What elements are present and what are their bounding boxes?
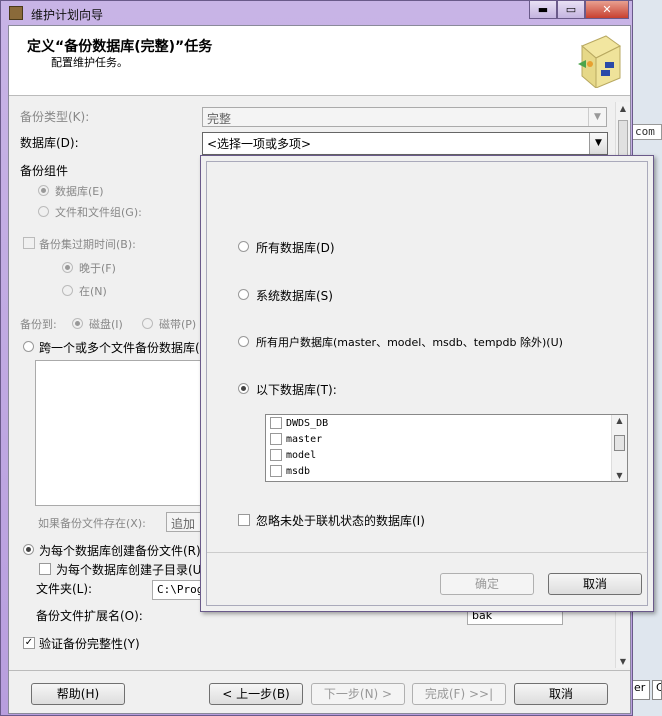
backup-to-tape-label: 磁带(P) — [159, 318, 197, 331]
app-icon — [9, 6, 23, 20]
window-title: 维护计划向导 — [31, 8, 104, 22]
db-name: DWDS_DB — [286, 418, 329, 429]
database-list[interactable]: DWDS_DB master model msdb ▲ ▼ — [265, 414, 628, 482]
these-databases-radio[interactable] — [238, 383, 249, 394]
scroll-down-icon[interactable]: ▼ — [612, 471, 627, 480]
db-checkbox[interactable] — [270, 465, 282, 477]
chevron-down-icon[interactable]: ▼ — [589, 133, 607, 154]
db-checkbox[interactable] — [270, 417, 282, 429]
expires-after-radio[interactable] — [62, 262, 73, 273]
create-per-db-label: 为每个数据库创建备份文件(R) — [39, 544, 201, 558]
popup-divider — [207, 552, 647, 553]
db-name: master — [286, 434, 323, 445]
create-subdir-label: 为每个数据库创建子目录(U — [56, 563, 202, 577]
create-per-db-radio[interactable] — [23, 544, 34, 555]
back-button[interactable]: < 上一步(B) — [209, 683, 303, 705]
all-databases-label: 所有数据库(D) — [256, 241, 335, 255]
backup-to-label: 备份到: — [20, 318, 57, 331]
minimize-button[interactable]: ▬ — [529, 1, 557, 19]
if-exists-label: 如果备份文件存在(X): — [38, 517, 146, 530]
backup-to-disk-radio[interactable] — [72, 318, 83, 329]
scrollbar-thumb[interactable] — [614, 435, 625, 451]
ignore-offline-checkbox[interactable] — [238, 514, 250, 526]
help-button[interactable]: 帮助(H) — [31, 683, 125, 705]
list-item[interactable]: DWDS_DB — [268, 416, 608, 432]
verify-integrity-checkbox[interactable]: ✓ — [23, 637, 35, 649]
database-list-scrollbar[interactable]: ▲ ▼ — [611, 415, 627, 481]
scroll-up-icon[interactable]: ▲ — [616, 104, 630, 113]
db-checkbox[interactable] — [270, 433, 282, 445]
db-name: msdb — [286, 466, 311, 477]
component-database-label: 数据库(E) — [55, 185, 104, 198]
span-files-label: 跨一个或多个文件备份数据库( — [39, 341, 200, 355]
database-label: 数据库(D): — [20, 136, 79, 150]
list-item[interactable]: master — [268, 432, 608, 448]
scroll-down-icon[interactable]: ▼ — [616, 657, 630, 666]
extension-label: 备份文件扩展名(O): — [36, 609, 143, 623]
popup-panel: 所有数据库(D) 系统数据库(S) 所有用户数据库(master、model、m… — [206, 161, 648, 606]
system-databases-radio[interactable] — [238, 289, 249, 300]
folder-input[interactable]: C:\Progr — [152, 580, 210, 600]
create-subdir-checkbox[interactable] — [39, 563, 51, 575]
database-combo[interactable]: <选择一项或多项> ▼ — [202, 132, 608, 155]
scroll-up-icon[interactable]: ▲ — [612, 416, 627, 425]
finish-button[interactable]: 完成(F) >>| — [412, 683, 506, 705]
title-bar[interactable]: 维护计划向导 ▬ ▭ ✕ — [1, 1, 632, 25]
db-checkbox[interactable] — [270, 449, 282, 461]
component-files-radio[interactable] — [38, 206, 49, 217]
ignore-offline-label: 忽略未处于联机状态的数据库(I) — [256, 514, 425, 528]
backup-type-label: 备份类型(K): — [20, 110, 90, 124]
maximize-button[interactable]: ▭ — [557, 1, 585, 19]
these-databases-label: 以下数据库(T): — [256, 383, 337, 397]
component-database-radio[interactable] — [38, 185, 49, 196]
background-tab-2[interactable]: C — [652, 680, 662, 700]
verify-integrity-label: 验证备份完整性(Y) — [39, 637, 140, 651]
scrollbar-thumb[interactable] — [618, 120, 628, 160]
span-files-radio[interactable] — [23, 341, 34, 352]
backup-set-expires-checkbox[interactable] — [23, 237, 35, 249]
database-selection-popup: 所有数据库(D) 系统数据库(S) 所有用户数据库(master、model、m… — [200, 155, 654, 612]
user-databases-label: 所有用户数据库(master、model、msdb、tempdb 除外)(U) — [256, 336, 563, 349]
if-exists-combo[interactable]: 追加 — [166, 512, 202, 532]
if-exists-value: 追加 — [171, 517, 196, 531]
backup-to-tape-radio[interactable] — [142, 318, 153, 329]
backup-component-label: 备份组件 — [20, 164, 69, 178]
list-item[interactable]: model — [268, 448, 608, 464]
backup-type-value: 完整 — [207, 112, 232, 126]
page-title: 定义“备份数据库(完整)”任务 — [27, 39, 213, 55]
backup-type-combo[interactable]: 完整 ▼ — [202, 107, 607, 127]
cancel-button[interactable]: 取消 — [514, 683, 608, 705]
user-databases-radio[interactable] — [238, 336, 249, 347]
database-value: <选择一项或多项> — [207, 137, 312, 151]
db-name: model — [286, 450, 317, 461]
popup-ok-button[interactable]: 确定 — [440, 573, 534, 595]
folder-label: 文件夹(L): — [36, 582, 93, 596]
list-item[interactable]: msdb — [268, 464, 608, 480]
close-button[interactable]: ✕ — [585, 1, 629, 19]
wizard-header: 定义“备份数据库(完整)”任务 配置维护任务。 — [9, 26, 630, 96]
expires-on-radio[interactable] — [62, 285, 73, 296]
expires-after-label: 晚于(F) — [79, 262, 116, 275]
background-code-snippet: com — [630, 124, 662, 140]
next-button[interactable]: 下一步(N) > — [311, 683, 405, 705]
background-tab-1[interactable]: er — [630, 680, 650, 700]
component-files-label: 文件和文件组(G): — [55, 206, 142, 219]
chevron-down-icon: ▼ — [588, 108, 606, 126]
backup-to-disk-label: 磁盘(I) — [89, 318, 123, 331]
expires-on-label: 在(N) — [79, 285, 107, 298]
backup-set-expires-label: 备份集过期时间(B): — [39, 238, 136, 251]
footer-divider — [9, 670, 630, 671]
backup-files-list[interactable] — [35, 360, 203, 506]
popup-cancel-button[interactable]: 取消 — [548, 573, 642, 595]
system-databases-label: 系统数据库(S) — [256, 289, 333, 303]
all-databases-radio[interactable] — [238, 241, 249, 252]
wizard-graphic-icon — [578, 35, 621, 88]
page-subtitle: 配置维护任务。 — [51, 56, 128, 69]
